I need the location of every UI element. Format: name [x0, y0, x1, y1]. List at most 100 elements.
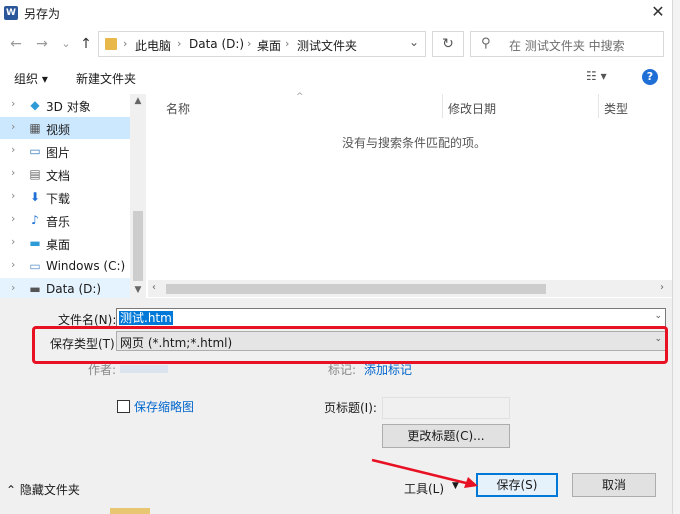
chevron-up-icon: ⌃ [6, 483, 17, 497]
save-thumbnail-label[interactable]: 保存缩略图 [134, 398, 194, 415]
picture-icon: ▭ [29, 144, 41, 158]
breadcrumb-separator: › [123, 37, 128, 50]
nav-item-documents[interactable]: › ▤ 文档 [0, 163, 130, 185]
nav-item-label: 桌面 [46, 238, 71, 252]
nav-item-data-d[interactable]: › ▬ Data (D:) [0, 278, 130, 298]
navigation-pane: › ◆ 3D 对象 › ▦ 视频 › ▭ 图片 › ▤ 文档 › ⬇ 下载 › … [0, 94, 146, 298]
column-header-type[interactable]: 类型 [604, 100, 628, 117]
search-box[interactable]: ⚲ 在 测试文件夹 中搜索 [470, 31, 664, 57]
recent-locations-chevron-icon[interactable]: ⌄ [56, 34, 76, 54]
nav-item-desktop[interactable]: › ▬ 桌面 [0, 232, 130, 254]
expand-chevron-icon[interactable]: › [11, 281, 15, 294]
expand-chevron-icon[interactable]: › [11, 97, 15, 110]
column-divider[interactable] [598, 94, 599, 118]
forward-arrow-icon[interactable]: → [32, 34, 52, 54]
filename-input[interactable]: 测试.htm ⌄ [116, 308, 666, 328]
nav-item-windows-c[interactable]: › ▭ Windows (C:) [0, 255, 130, 277]
drive-c-icon: ▭ [29, 259, 41, 273]
search-icon: ⚲ [481, 36, 491, 51]
column-header-modified-date[interactable]: 修改日期 [448, 100, 496, 117]
video-icon: ▦ [29, 121, 41, 135]
organize-menu-button[interactable]: 组织 ▾ [14, 70, 48, 87]
save-thumbnail-checkbox[interactable] [117, 400, 130, 413]
nav-item-videos[interactable]: › ▦ 视频 [0, 117, 130, 139]
nav-item-label: 下载 [46, 192, 71, 206]
help-icon[interactable]: ? [642, 69, 658, 85]
search-placeholder: 在 测试文件夹 中搜索 [509, 39, 625, 53]
file-list[interactable]: ^ 名称 修改日期 类型 没有与搜索条件匹配的项。 [148, 92, 672, 298]
refresh-icon[interactable]: ↻ [432, 31, 464, 57]
breadcrumb-separator: › [285, 37, 290, 50]
expand-chevron-icon[interactable]: › [11, 166, 15, 179]
title-bar: W 另存为 ✕ [0, 0, 672, 26]
save-as-dialog: W 另存为 ✕ ← → ⌄ ↑ › 此电脑 › Data (D:) › 桌面 ›… [0, 0, 672, 514]
word-app-icon: W [4, 6, 18, 20]
nav-item-label: Windows (C:) [46, 259, 126, 273]
breadcrumb-desktop[interactable]: 桌面 [257, 37, 281, 54]
breadcrumb-data-d[interactable]: Data (D:) [189, 37, 244, 51]
scroll-up-arrow-icon[interactable]: ▲ [130, 96, 146, 106]
breadcrumb-separator: › [177, 37, 182, 50]
tags-label: 标记: [328, 363, 357, 377]
download-icon: ⬇ [29, 190, 41, 204]
breadcrumb-this-pc[interactable]: 此电脑 [135, 37, 171, 54]
nav-item-label: 3D 对象 [46, 100, 91, 114]
expand-chevron-icon[interactable]: › [11, 235, 15, 248]
close-icon[interactable]: ✕ [648, 2, 668, 22]
desktop-icon: ▬ [29, 236, 41, 250]
add-tags-link[interactable]: 添加标记 [364, 361, 412, 378]
drive-d-icon: ▬ [29, 282, 41, 296]
nav-item-pictures[interactable]: › ▭ 图片 [0, 140, 130, 162]
address-dropdown-chevron-icon[interactable]: ⌄ [409, 35, 419, 49]
page-title-field [382, 397, 510, 419]
expand-chevron-icon[interactable]: › [11, 258, 15, 271]
chevron-down-icon[interactable]: ⌄ [654, 311, 662, 321]
expand-chevron-icon[interactable]: › [11, 120, 15, 133]
breadcrumb-separator: › [247, 37, 252, 50]
nav-item-label: 视频 [46, 123, 71, 137]
nav-item-label: 文档 [46, 169, 71, 183]
background-window-edge [672, 0, 680, 514]
nav-item-downloads[interactable]: › ⬇ 下载 [0, 186, 130, 208]
up-arrow-icon[interactable]: ↑ [76, 34, 96, 54]
empty-folder-message: 没有与搜索条件匹配的项。 [342, 136, 487, 150]
back-arrow-icon[interactable]: ← [6, 34, 26, 54]
hide-folders-label: 隐藏文件夹 [19, 483, 80, 497]
document-icon: ▤ [29, 167, 41, 181]
sort-caret-icon: ^ [296, 92, 304, 102]
new-folder-button[interactable]: 新建文件夹 [76, 70, 136, 87]
cancel-button[interactable]: 取消 [572, 473, 656, 497]
annotation-arrow-icon [371, 458, 478, 488]
save-button[interactable]: 保存(S) [476, 473, 558, 497]
expand-chevron-icon[interactable]: › [11, 189, 15, 202]
author-label: 作者: [88, 363, 117, 377]
column-divider[interactable] [442, 94, 443, 118]
address-bar[interactable]: › 此电脑 › Data (D:) › 桌面 › 测试文件夹 ⌄ [98, 31, 426, 57]
expand-chevron-icon[interactable]: › [11, 212, 15, 225]
horizontal-scrollbar-thumb[interactable] [166, 284, 546, 294]
hide-folders-toggle[interactable]: ⌃ 隐藏文件夹 [6, 481, 80, 498]
scroll-down-arrow-icon[interactable]: ▼ [130, 285, 146, 295]
change-title-button[interactable]: 更改标题(C)... [382, 424, 510, 448]
background-folder-icon [110, 508, 150, 514]
nav-item-label: 音乐 [46, 215, 71, 229]
nav-item-label: 图片 [46, 146, 71, 160]
music-icon: ♪ [31, 213, 39, 227]
view-options-icon[interactable]: ☷ ▾ [586, 69, 607, 83]
highlight-frame [32, 326, 668, 364]
column-header-name[interactable]: 名称 [166, 100, 190, 117]
page-title-label: 页标题(I): [324, 401, 377, 415]
folder-icon [105, 38, 117, 50]
scroll-left-arrow-icon[interactable]: ‹ [152, 282, 156, 293]
cube-icon: ◆ [30, 98, 40, 112]
scroll-right-arrow-icon[interactable]: › [660, 282, 664, 293]
filename-value: 测试.htm [119, 311, 173, 325]
nav-item-3d-objects[interactable]: › ◆ 3D 对象 [0, 94, 130, 116]
breadcrumb-test-folder[interactable]: 测试文件夹 [297, 37, 357, 54]
nav-item-label: Data (D:) [46, 282, 102, 296]
nav-item-music[interactable]: › ♪ 音乐 [0, 209, 130, 231]
expand-chevron-icon[interactable]: › [11, 143, 15, 156]
navigation-scrollbar-thumb[interactable] [133, 211, 143, 281]
author-value-redacted[interactable] [120, 365, 168, 373]
file-list-horizontal-scrollbar[interactable]: ‹ › [148, 280, 672, 297]
